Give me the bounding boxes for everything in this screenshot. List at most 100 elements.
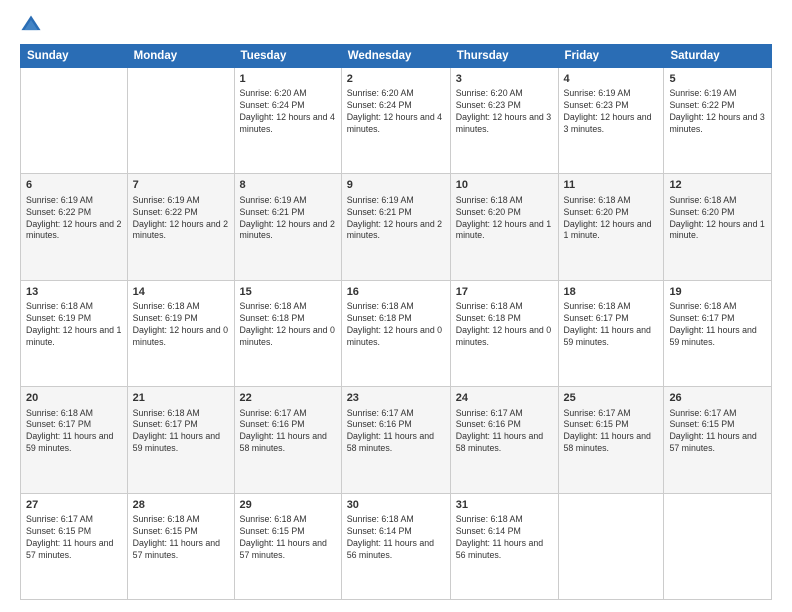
calendar-week-5: 27Sunrise: 6:17 AM Sunset: 6:15 PM Dayli… — [21, 493, 772, 599]
calendar-cell: 7 Sunrise: 6:19 AM Sunset: 6:22 PM Daylig… — [127, 174, 234, 280]
day-info: Sunrise: 6:18 AM Sunset: 6:14 PM Dayligh… — [456, 514, 553, 562]
day-info: Sunrise: 6:18 AM Sunset: 6:15 PM Dayligh… — [240, 514, 336, 562]
calendar-cell: 14Sunrise: 6:18 AM Sunset: 6:19 PM Dayli… — [127, 280, 234, 386]
day-info: Sunrise: 6:18 AM Sunset: 6:20 PM Dayligh… — [456, 195, 553, 243]
day-info: Sunrise: 6:18 AM Sunset: 6:19 PM Dayligh… — [133, 301, 229, 349]
day-info: Sunrise: 6:17 AM Sunset: 6:15 PM Dayligh… — [26, 514, 122, 562]
calendar-week-4: 20 Sunrise: 6:18 AM Sunset: 6:17 PM Dayli… — [21, 387, 772, 493]
calendar-cell: 8 Sunrise: 6:19 AM Sunset: 6:21 PM Daylig… — [234, 174, 341, 280]
calendar-week-2: 6 Sunrise: 6:19 AM Sunset: 6:22 PM Daylig… — [21, 174, 772, 280]
logo-icon — [20, 14, 42, 36]
calendar-cell: 9 Sunrise: 6:19 AM Sunset: 6:21 PM Daylig… — [341, 174, 450, 280]
day-number: 3 — [456, 72, 553, 87]
day-info: Sunrise: 6:20 AM Sunset: 6:23 PM Dayligh… — [456, 88, 553, 136]
day-header-wednesday: Wednesday — [341, 45, 450, 68]
day-number: 4 — [564, 72, 659, 87]
logo — [20, 16, 42, 36]
calendar-cell: 13Sunrise: 6:18 AM Sunset: 6:19 PM Dayli… — [21, 280, 128, 386]
day-number: 20 — [26, 391, 122, 406]
day-number: 28 — [133, 498, 229, 513]
calendar-cell: 27Sunrise: 6:17 AM Sunset: 6:15 PM Dayli… — [21, 493, 128, 599]
calendar-cell: 22 Sunrise: 6:17 AM Sunset: 6:16 PM Dayli… — [234, 387, 341, 493]
day-number: 22 — [240, 391, 336, 406]
calendar-cell: 12 Sunrise: 6:18 AM Sunset: 6:20 PM Dayli… — [664, 174, 772, 280]
day-info: Sunrise: 6:19 AM Sunset: 6:22 PM Dayligh… — [26, 195, 122, 243]
day-number: 18 — [564, 285, 659, 300]
calendar-cell: 4Sunrise: 6:19 AM Sunset: 6:23 PM Daylig… — [558, 68, 664, 174]
day-info: Sunrise: 6:17 AM Sunset: 6:15 PM Dayligh… — [564, 408, 659, 456]
calendar-cell: 25 Sunrise: 6:17 AM Sunset: 6:15 PM Dayli… — [558, 387, 664, 493]
day-header-sunday: Sunday — [21, 45, 128, 68]
calendar-cell: 10 Sunrise: 6:18 AM Sunset: 6:20 PM Dayli… — [450, 174, 558, 280]
day-info: Sunrise: 6:19 AM Sunset: 6:23 PM Dayligh… — [564, 88, 659, 136]
day-header-saturday: Saturday — [664, 45, 772, 68]
day-info: Sunrise: 6:18 AM Sunset: 6:15 PM Dayligh… — [133, 514, 229, 562]
calendar-cell: 19Sunrise: 6:18 AM Sunset: 6:17 PM Dayli… — [664, 280, 772, 386]
day-header-thursday: Thursday — [450, 45, 558, 68]
calendar-cell: 29Sunrise: 6:18 AM Sunset: 6:15 PM Dayli… — [234, 493, 341, 599]
day-header-monday: Monday — [127, 45, 234, 68]
day-info: Sunrise: 6:17 AM Sunset: 6:16 PM Dayligh… — [347, 408, 445, 456]
day-number: 25 — [564, 391, 659, 406]
calendar-cell: 23 Sunrise: 6:17 AM Sunset: 6:16 PM Dayli… — [341, 387, 450, 493]
day-info: Sunrise: 6:20 AM Sunset: 6:24 PM Dayligh… — [240, 88, 336, 136]
calendar-cell: 31Sunrise: 6:18 AM Sunset: 6:14 PM Dayli… — [450, 493, 558, 599]
day-number: 12 — [669, 178, 766, 193]
day-number: 26 — [669, 391, 766, 406]
day-info: Sunrise: 6:18 AM Sunset: 6:17 PM Dayligh… — [133, 408, 229, 456]
day-number: 29 — [240, 498, 336, 513]
calendar-cell: 16Sunrise: 6:18 AM Sunset: 6:18 PM Dayli… — [341, 280, 450, 386]
day-number: 13 — [26, 285, 122, 300]
calendar-cell: 20 Sunrise: 6:18 AM Sunset: 6:17 PM Dayli… — [21, 387, 128, 493]
day-number: 15 — [240, 285, 336, 300]
calendar-cell — [127, 68, 234, 174]
day-info: Sunrise: 6:19 AM Sunset: 6:21 PM Dayligh… — [347, 195, 445, 243]
day-info: Sunrise: 6:18 AM Sunset: 6:19 PM Dayligh… — [26, 301, 122, 349]
calendar-cell: 3Sunrise: 6:20 AM Sunset: 6:23 PM Daylig… — [450, 68, 558, 174]
day-info: Sunrise: 6:19 AM Sunset: 6:22 PM Dayligh… — [669, 88, 766, 136]
day-info: Sunrise: 6:18 AM Sunset: 6:17 PM Dayligh… — [26, 408, 122, 456]
calendar-cell: 2Sunrise: 6:20 AM Sunset: 6:24 PM Daylig… — [341, 68, 450, 174]
day-info: Sunrise: 6:19 AM Sunset: 6:21 PM Dayligh… — [240, 195, 336, 243]
calendar-cell — [664, 493, 772, 599]
day-info: Sunrise: 6:20 AM Sunset: 6:24 PM Dayligh… — [347, 88, 445, 136]
day-info: Sunrise: 6:18 AM Sunset: 6:18 PM Dayligh… — [240, 301, 336, 349]
day-info: Sunrise: 6:18 AM Sunset: 6:20 PM Dayligh… — [669, 195, 766, 243]
day-number: 17 — [456, 285, 553, 300]
day-number: 16 — [347, 285, 445, 300]
day-number: 5 — [669, 72, 766, 87]
day-number: 30 — [347, 498, 445, 513]
day-info: Sunrise: 6:18 AM Sunset: 6:18 PM Dayligh… — [456, 301, 553, 349]
calendar-cell: 11Sunrise: 6:18 AM Sunset: 6:20 PM Dayli… — [558, 174, 664, 280]
day-number: 21 — [133, 391, 229, 406]
day-info: Sunrise: 6:19 AM Sunset: 6:22 PM Dayligh… — [133, 195, 229, 243]
day-number: 1 — [240, 72, 336, 87]
calendar-cell — [558, 493, 664, 599]
calendar-cell: 5Sunrise: 6:19 AM Sunset: 6:22 PM Daylig… — [664, 68, 772, 174]
day-info: Sunrise: 6:17 AM Sunset: 6:16 PM Dayligh… — [456, 408, 553, 456]
day-number: 7 — [133, 178, 229, 193]
day-number: 31 — [456, 498, 553, 513]
calendar-cell: 17Sunrise: 6:18 AM Sunset: 6:18 PM Dayli… — [450, 280, 558, 386]
day-number: 23 — [347, 391, 445, 406]
day-number: 14 — [133, 285, 229, 300]
day-header-tuesday: Tuesday — [234, 45, 341, 68]
page-header — [20, 16, 772, 36]
calendar-cell: 26Sunrise: 6:17 AM Sunset: 6:15 PM Dayli… — [664, 387, 772, 493]
calendar-cell: 6 Sunrise: 6:19 AM Sunset: 6:22 PM Daylig… — [21, 174, 128, 280]
day-number: 8 — [240, 178, 336, 193]
calendar-cell: 15Sunrise: 6:18 AM Sunset: 6:18 PM Dayli… — [234, 280, 341, 386]
day-info: Sunrise: 6:17 AM Sunset: 6:16 PM Dayligh… — [240, 408, 336, 456]
calendar-cell: 18Sunrise: 6:18 AM Sunset: 6:17 PM Dayli… — [558, 280, 664, 386]
day-number: 6 — [26, 178, 122, 193]
calendar-cell: 30Sunrise: 6:18 AM Sunset: 6:14 PM Dayli… — [341, 493, 450, 599]
day-number: 9 — [347, 178, 445, 193]
day-number: 2 — [347, 72, 445, 87]
day-number: 11 — [564, 178, 659, 193]
day-info: Sunrise: 6:18 AM Sunset: 6:17 PM Dayligh… — [564, 301, 659, 349]
calendar-cell — [21, 68, 128, 174]
day-number: 27 — [26, 498, 122, 513]
day-number: 10 — [456, 178, 553, 193]
day-info: Sunrise: 6:18 AM Sunset: 6:18 PM Dayligh… — [347, 301, 445, 349]
day-info: Sunrise: 6:18 AM Sunset: 6:17 PM Dayligh… — [669, 301, 766, 349]
